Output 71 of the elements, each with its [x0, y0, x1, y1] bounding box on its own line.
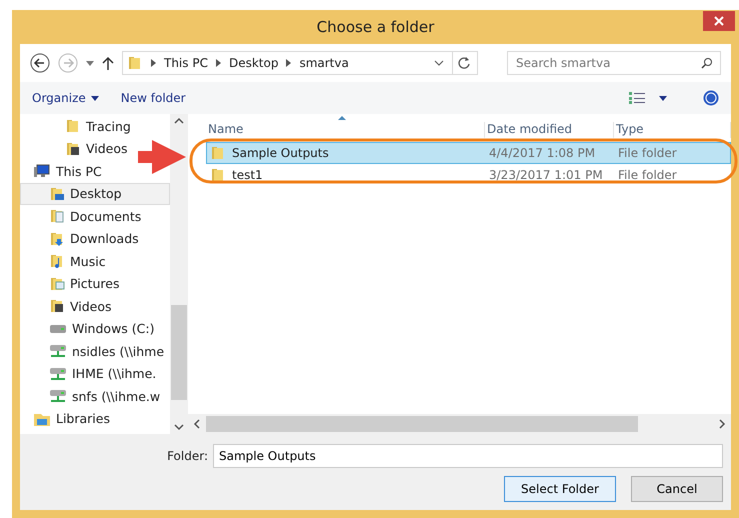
close-icon	[714, 16, 724, 26]
chevron-icon	[286, 59, 292, 67]
folder-icon	[49, 298, 65, 314]
view-options-icon[interactable]	[629, 92, 645, 104]
dialog-button[interactable]: Cancel	[631, 476, 723, 502]
folder-icon	[49, 186, 65, 202]
caret-icon	[90, 96, 99, 100]
folder-icon	[210, 167, 226, 183]
folder-icon	[49, 276, 65, 292]
scroll-left-icon[interactable]	[192, 419, 202, 429]
window-title: Choose a folder	[316, 18, 434, 36]
type-cell-text: File folder	[617, 168, 678, 182]
sidebar-item[interactable]: Libraries	[20, 408, 114, 430]
sidebar-item[interactable]: This PC	[20, 160, 106, 182]
address-bar[interactable]: This PC Desktop smartva	[122, 51, 478, 75]
network-drive-icon	[49, 343, 67, 360]
arrow-annotation	[138, 140, 186, 174]
scrollbar-thumb[interactable]	[206, 416, 638, 432]
file-row[interactable]: Sample Outputs 4/4/2017 1:08 PM File folder	[206, 142, 731, 164]
folder-icon	[127, 55, 143, 71]
type-cell-text: File folder	[617, 146, 678, 160]
network-drive-icon	[49, 366, 67, 382]
breadcrumb[interactable]: This PC	[164, 56, 208, 70]
breadcrumb[interactable]: smartva	[299, 56, 349, 70]
sidebar-item[interactable]: Downloads	[20, 228, 143, 250]
sort-arrow-icon	[338, 116, 346, 120]
folder-icon	[210, 145, 226, 161]
sidebar-item[interactable]: snfs (\\ihme.w	[20, 385, 164, 408]
folder-icon	[65, 140, 81, 157]
column-header[interactable]: Date modified	[485, 122, 614, 138]
dialog-button[interactable]: Select Folder	[504, 476, 616, 502]
breadcrumb[interactable]: Desktop	[228, 56, 278, 70]
close-button[interactable]	[703, 11, 735, 31]
sidebar-item[interactable]: IHME (\\ihme.	[20, 362, 160, 385]
chevron-icon	[151, 59, 156, 67]
scrollbar-thumb[interactable]	[171, 305, 187, 400]
folder-icon	[65, 118, 81, 134]
sidebar-item[interactable]: Videos	[20, 138, 132, 160]
sidebar-item[interactable]: Desktop	[20, 182, 170, 205]
column-header[interactable]: Type	[614, 122, 731, 138]
network-drive-icon	[49, 388, 67, 404]
view-caret-icon	[659, 96, 667, 100]
up-arrow-icon[interactable]	[102, 56, 114, 70]
sidebar-item[interactable]: Windows (C:)	[20, 318, 158, 340]
sidebar-item[interactable]: Documents	[20, 205, 146, 228]
folder-icon	[49, 208, 65, 224]
column-header[interactable]: Name	[206, 122, 485, 138]
sidebar-item[interactable]: Videos	[20, 295, 116, 318]
search-icon	[701, 57, 713, 69]
sidebar-item[interactable]: nsidles (\\ihme	[20, 340, 168, 362]
folder-icon	[49, 230, 65, 247]
folder-label: Folder:	[167, 449, 208, 463]
sidebar-item[interactable]: Pictures	[20, 272, 124, 295]
search-field[interactable]: Search smartva	[507, 51, 721, 75]
folder-icon	[49, 253, 65, 270]
date-cell-text: 3/23/2017 1:01 PM	[488, 168, 604, 182]
chevron-icon	[216, 59, 221, 67]
help-icon[interactable]	[703, 90, 719, 106]
dropdown-icon[interactable]	[86, 60, 94, 66]
back-icon[interactable]	[30, 53, 50, 73]
toolbar-button[interactable]: Organize	[32, 91, 99, 105]
date-cell-text: 4/4/2017 1:08 PM	[488, 146, 596, 160]
sidebar-item[interactable]: Music	[20, 250, 110, 272]
file-name: test1	[207, 167, 486, 183]
chevron-down-icon[interactable]	[434, 60, 444, 66]
computer-icon	[33, 163, 51, 180]
folder-field[interactable]: Sample Outputs	[213, 444, 723, 468]
sidebar-item[interactable]: Tracing	[20, 115, 135, 138]
scroll-right-icon[interactable]	[717, 419, 727, 429]
toolbar-button[interactable]: New folder	[120, 91, 186, 105]
file-name: Sample Outputs	[207, 145, 486, 161]
